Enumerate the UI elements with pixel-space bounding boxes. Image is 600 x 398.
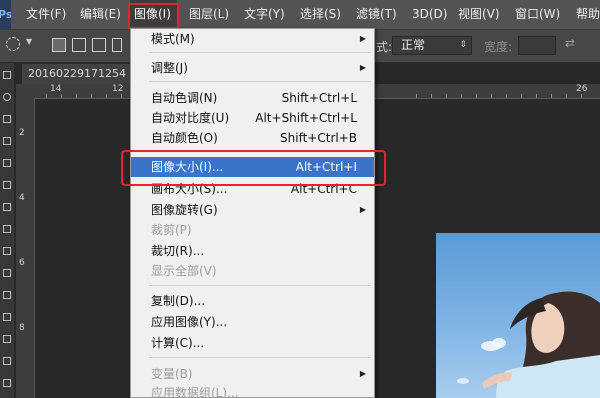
dodge-tool-icon[interactable] (3, 357, 11, 365)
menu-item-label: 应用图像(Y)... (151, 315, 228, 329)
move-tool-icon[interactable] (3, 71, 11, 79)
menu-type[interactable]: 文字(Y) (244, 0, 285, 29)
eyedropper-tool-icon[interactable] (3, 181, 11, 189)
menu-item-label: 复制(D)... (151, 294, 206, 308)
menu-item-adjustments[interactable]: 调整(J) ▶ (131, 58, 374, 78)
menu-item-label: 应用数据组(L)... (151, 386, 239, 398)
menu-view[interactable]: 视图(V) (458, 0, 500, 29)
menu-item-image-rotation[interactable]: 图像旋转(G) ▶ (131, 200, 374, 220)
style-label: 式: (376, 40, 393, 54)
style-select[interactable]: 正常 ⇕ (392, 36, 472, 55)
menu-item-shortcut: Shift+Ctrl+B (280, 131, 357, 145)
image-dropdown-menu: 模式(M) ▶ 调整(J) ▶ 自动色调(N) Shift+Ctrl+L 自动对… (130, 28, 375, 398)
subtract-selection-icon[interactable] (92, 38, 106, 52)
menu-item-label: 调整(J) (151, 61, 188, 75)
healing-tool-icon[interactable] (3, 203, 11, 211)
stamp-tool-icon[interactable] (3, 247, 11, 255)
submenu-arrow-icon: ▶ (359, 205, 366, 214)
chevron-down-icon[interactable]: ▼ (26, 37, 32, 46)
blur-tool-icon[interactable] (3, 335, 11, 343)
elliptical-marquee-icon[interactable] (6, 37, 20, 51)
menu-3d[interactable]: 3D(D) (412, 0, 447, 29)
menu-item-label: 变量(B) (151, 367, 193, 381)
menu-item-shortcut: Alt+Shift+Ctrl+L (255, 111, 357, 125)
menu-edit[interactable]: 编辑(E) (80, 0, 121, 29)
quick-select-tool-icon[interactable] (3, 137, 11, 145)
menu-item-label: 裁剪(P) (151, 223, 192, 237)
menu-item-shortcut: Shift+Ctrl+L (281, 91, 357, 105)
image-menu-annotation-box (128, 3, 179, 29)
tools-panel (0, 63, 15, 398)
ruler-number: 6 (19, 258, 25, 268)
new-selection-icon[interactable] (52, 38, 66, 52)
menu-item-label: 自动对比度(U) (151, 111, 230, 125)
add-selection-icon[interactable] (72, 38, 86, 52)
submenu-arrow-icon: ▶ (359, 34, 366, 43)
menu-separator (149, 52, 371, 53)
menu-item-trim[interactable]: 裁切(R)... (131, 241, 374, 261)
menu-item-variables[interactable]: 变量(B) ▶ (131, 364, 374, 384)
submenu-arrow-icon: ▶ (359, 63, 366, 72)
menu-item-mode[interactable]: 模式(M) ▶ (131, 29, 374, 49)
ruler-left: 2 4 6 8 (16, 98, 35, 398)
menu-item-auto-contrast[interactable]: 自动对比度(U) Alt+Shift+Ctrl+L (131, 108, 374, 128)
photo-image (436, 233, 600, 398)
ruler-number: 2 (19, 128, 25, 138)
menu-item-label: 自动色调(N) (151, 91, 218, 105)
menu-item-label: 图像旋转(G) (151, 203, 218, 217)
menu-help[interactable]: 帮助 (576, 0, 600, 29)
menu-item-label: 计算(C)... (151, 336, 205, 350)
marquee-tool-icon[interactable] (3, 93, 11, 101)
photo-girl-sky (457, 291, 600, 398)
menu-separator (149, 285, 371, 286)
menu-item-calculations[interactable]: 计算(C)... (131, 333, 374, 353)
menu-file[interactable]: 文件(F) (26, 0, 66, 29)
menu-bar: Ps 文件(F) 编辑(E) 图像(I) 图层(L) 文字(Y) 选择(S) 滤… (0, 0, 600, 30)
style-select-value: 正常 (401, 38, 426, 52)
pen-tool-icon[interactable] (3, 379, 11, 387)
updown-arrow-icon: ⇕ (459, 40, 467, 50)
intersect-selection-icon[interactable] (112, 38, 122, 52)
document-tab[interactable]: 20160229171254 (22, 64, 137, 84)
brush-tool-icon[interactable] (3, 225, 11, 233)
photoshop-logo: Ps (0, 0, 11, 29)
menu-select[interactable]: 选择(S) (300, 0, 341, 29)
eraser-tool-icon[interactable] (3, 291, 11, 299)
menu-separator (149, 81, 371, 82)
menu-separator (149, 357, 371, 358)
history-brush-tool-icon[interactable] (3, 269, 11, 277)
menu-layer[interactable]: 图层(L) (189, 0, 229, 29)
submenu-arrow-icon: ▶ (359, 369, 366, 378)
ruler-number: 8 (19, 323, 25, 333)
menu-window[interactable]: 窗口(W) (515, 0, 560, 29)
menu-item-apply-image[interactable]: 应用图像(Y)... (131, 312, 374, 332)
menu-item-label: 模式(M) (151, 32, 195, 46)
menu-item-label: 裁切(R)... (151, 244, 205, 258)
menu-filter[interactable]: 滤镜(T) (356, 0, 397, 29)
lasso-tool-icon[interactable] (3, 115, 11, 123)
menu-item-duplicate[interactable]: 复制(D)... (131, 291, 374, 311)
menu-item-auto-tone[interactable]: 自动色调(N) Shift+Ctrl+L (131, 88, 374, 108)
menu-item-apply-data-set[interactable]: 应用数据组(L)... (131, 383, 374, 398)
swap-icon[interactable]: ⇄ (565, 36, 575, 50)
menu-item-reveal-all[interactable]: 显示全部(V) (131, 261, 374, 281)
gradient-tool-icon[interactable] (3, 313, 11, 321)
width-input[interactable] (518, 36, 556, 55)
ruler-number: 14 (50, 84, 62, 94)
crop-tool-icon[interactable] (3, 159, 11, 167)
menu-item-auto-color[interactable]: 自动颜色(O) Shift+Ctrl+B (131, 128, 374, 148)
menu-item-crop[interactable]: 裁剪(P) (131, 220, 374, 240)
menu-item-label: 显示全部(V) (151, 264, 217, 278)
ruler-number: 4 (19, 193, 25, 203)
width-label: 宽度: (484, 40, 513, 54)
menu-item-label: 自动颜色(O) (151, 131, 218, 145)
image-size-annotation-box (121, 150, 386, 186)
